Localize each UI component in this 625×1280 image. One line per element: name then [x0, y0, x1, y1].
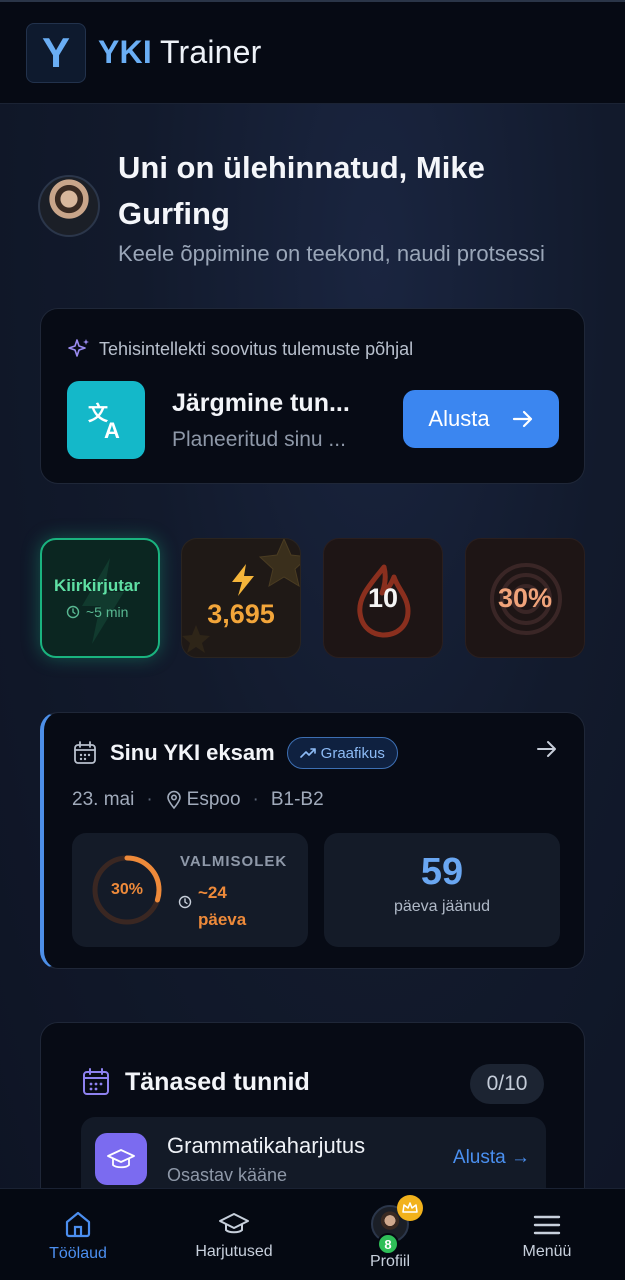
speedwriting-label: Kiirkirjutar	[54, 576, 140, 595]
accuracy-value: 30%	[497, 583, 553, 613]
nav-menu[interactable]: Menüü	[505, 1189, 589, 1280]
trending-up-icon	[299, 748, 316, 758]
speedwriting-time-value: ~5 min	[86, 604, 129, 620]
readiness-label: VALMISOLEK	[180, 853, 288, 870]
nav-profile[interactable]: 8 Profiil	[350, 1189, 430, 1280]
lightning-bg-icon	[82, 558, 124, 644]
level-badge: 8	[377, 1233, 399, 1255]
nav-menu-label: Menüü	[522, 1243, 572, 1260]
lesson-subtitle: Osastav kääne	[167, 1165, 288, 1185]
calendar-icon	[83, 1068, 109, 1095]
readiness-time: ~24 päeva	[178, 879, 246, 933]
home-icon	[65, 1211, 91, 1238]
days-left-box: 59 päeva jäänud	[324, 833, 560, 947]
user-avatar[interactable]	[38, 175, 100, 237]
start-button-label: Alusta	[428, 406, 490, 431]
brand-rest: Trainer	[159, 34, 262, 70]
todays-lessons-title: Tänased tunnid	[125, 1067, 310, 1096]
greeting-subtitle: Keele õppimine on teekond, naudi protses…	[118, 241, 545, 266]
clock-icon	[178, 895, 192, 909]
graduation-cap-icon	[219, 1213, 249, 1234]
lesson-title: Grammatikaharjutus	[167, 1133, 366, 1158]
arrow-right-icon[interactable]	[536, 739, 558, 759]
app-title: YKI Trainer	[98, 34, 262, 71]
translate-icon: 文 A	[67, 381, 145, 459]
logo-y-icon: Y	[42, 31, 70, 75]
streak-tile[interactable]: 10	[323, 538, 443, 658]
arrow-right-icon	[512, 410, 532, 428]
days-left-label: päeva jäänud	[393, 898, 491, 915]
lesson-start-button[interactable]: Alusta →	[453, 1147, 530, 1169]
streak-value: 10	[367, 583, 399, 613]
exam-card[interactable]: Sinu YKI eksam Graafikus 23. mai · Espoo…	[40, 712, 585, 969]
schedule-badge[interactable]: Graafikus	[286, 737, 398, 769]
readiness-time-line2: päeva	[198, 910, 247, 929]
exam-level: B1-B2	[270, 789, 324, 810]
ai-card-header: Tehisintellekti soovitus tulemuste põhja…	[99, 338, 414, 359]
nav-dashboard-label: Töölaud	[49, 1245, 107, 1262]
exam-location: Espoo	[186, 789, 241, 810]
speedwriting-tile[interactable]: Kiirkirjutar ~5 min	[40, 538, 160, 658]
svg-text:Y: Y	[42, 31, 70, 75]
days-left-value: 59	[420, 851, 464, 893]
bottom-nav: Töölaud Harjutused 8 Profiil Menüü	[0, 1188, 625, 1280]
nav-dashboard[interactable]: Töölaud	[30, 1189, 126, 1280]
app-logo[interactable]: Y	[26, 22, 86, 83]
schedule-badge-label: Graafikus	[320, 744, 385, 762]
hamburger-menu-icon	[533, 1215, 561, 1235]
svg-text:A: A	[104, 418, 120, 442]
sparkles-icon	[68, 339, 89, 357]
clock-icon	[66, 605, 80, 619]
start-recommended-button[interactable]: Alusta	[403, 390, 559, 448]
greeting-section: Uni on ülehinnatud, Mike Gurfing Keele õ…	[38, 145, 598, 267]
nav-exercises[interactable]: Harjutused	[182, 1189, 286, 1280]
accuracy-tile[interactable]: 30%	[465, 538, 585, 658]
readiness-percent: 30%	[110, 881, 144, 898]
readiness-time-line1: ~24	[198, 883, 227, 902]
exam-date: 23. mai	[72, 789, 135, 810]
location-pin-icon	[166, 790, 181, 810]
graduation-cap-icon	[95, 1133, 147, 1185]
profile-avatar: 8	[371, 1195, 423, 1255]
calendar-icon	[74, 741, 96, 764]
exam-title: Sinu YKI eksam	[110, 740, 275, 765]
crown-icon	[397, 1195, 423, 1221]
nav-profile-label: Profiil	[369, 1253, 410, 1270]
lessons-count-badge: 0/10	[470, 1064, 544, 1104]
readiness-ring: 30%	[90, 853, 164, 927]
nav-exercises-label: Harjutused	[195, 1243, 273, 1260]
top-bar: Y YKI Trainer	[0, 0, 625, 104]
brand-bold: YKI	[98, 34, 152, 70]
recommended-lesson-title: Järgmine tun...	[172, 389, 350, 417]
xp-tile[interactable]: 3,695	[181, 538, 301, 658]
ai-recommendation-card: Tehisintellekti soovitus tulemuste põhja…	[40, 308, 585, 484]
speedwriting-time: ~5 min	[66, 604, 128, 620]
readiness-box: 30% VALMISOLEK ~24 päeva	[72, 833, 308, 947]
greeting-title: Uni on ülehinnatud, Mike Gurfing	[118, 150, 485, 231]
recommended-lesson-subtitle: Planeeritud sinu ...	[172, 428, 346, 451]
exam-meta: 23. mai · Espoo · B1-B2	[72, 789, 324, 810]
xp-value: 3,695	[207, 599, 275, 629]
lightning-icon	[232, 564, 254, 596]
